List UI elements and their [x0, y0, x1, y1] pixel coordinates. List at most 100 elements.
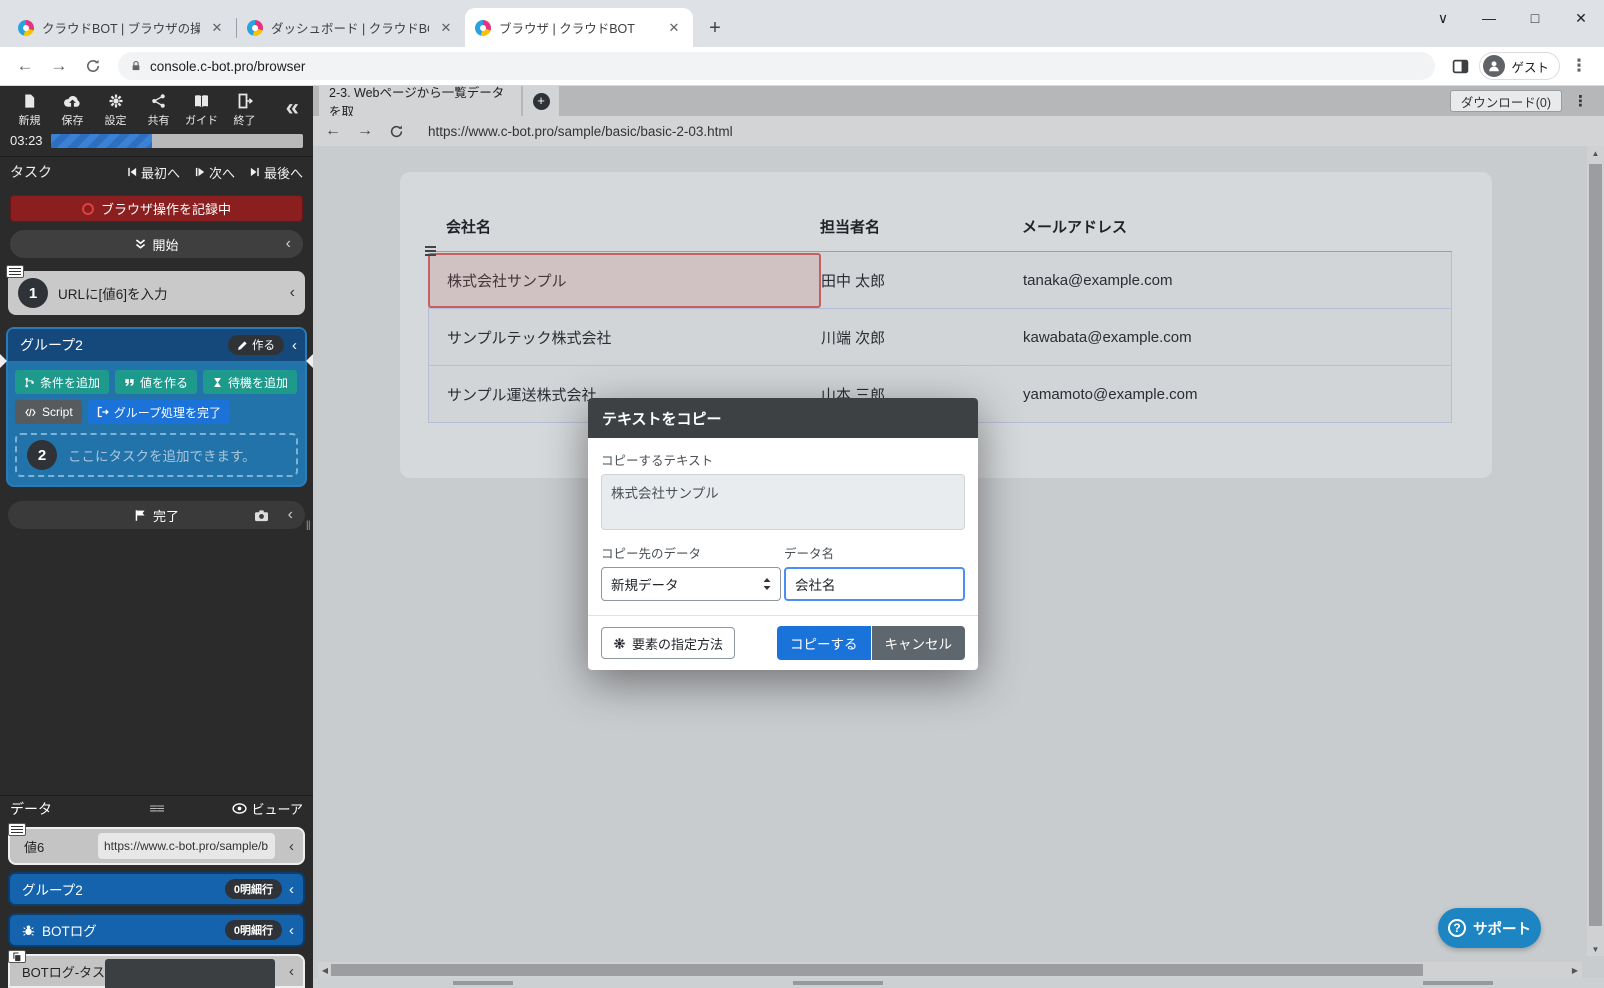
drag-handle-icon[interactable]: ≡≡ — [149, 800, 163, 816]
data-name-input[interactable] — [784, 567, 965, 601]
viewer-button[interactable]: ビューア — [232, 799, 303, 818]
go-next-button[interactable]: 次へ — [194, 163, 235, 182]
group2-body: 条件を追加 値を作る 待機を追加 — [8, 361, 305, 485]
profile-button[interactable]: ゲスト — [1479, 52, 1560, 80]
copy-text-field[interactable]: 株式会社サンプル — [601, 474, 965, 530]
data-botlog-row[interactable]: BOTログ 0明細行 ‹ — [8, 913, 305, 947]
address-bar[interactable]: console.c-bot.pro/browser — [118, 52, 1435, 80]
modal-body: コピーするテキスト 株式会社サンプル コピー先のデータ 新規データ — [588, 438, 978, 615]
group2-header[interactable]: グループ2 作る ‹ — [8, 329, 305, 361]
copy-confirm-button[interactable]: コピーする — [777, 626, 871, 660]
task-number-badge: 2 — [27, 440, 57, 470]
cell-email[interactable]: kawabata@example.com — [1023, 329, 1451, 346]
exit-button[interactable]: 終了 — [225, 93, 264, 128]
cancel-button[interactable]: キャンセル — [872, 626, 966, 660]
new-button[interactable]: 新規 — [10, 93, 49, 128]
browser-menu-icon[interactable]: ⋮ — [1564, 51, 1594, 81]
task-label: URLに[値6]を入力 — [58, 283, 168, 303]
maximize-button[interactable]: □ — [1512, 0, 1558, 36]
chevron-icon[interactable]: ‹ — [289, 838, 294, 855]
go-first-button[interactable]: 最初へ — [126, 163, 180, 182]
chrome-profile-menu-icon[interactable]: ∨ — [1420, 0, 1466, 36]
add-wait-button[interactable]: 待機を追加 — [203, 370, 297, 394]
cell-person[interactable]: 田中 太郎 — [821, 270, 1023, 291]
camera-icon[interactable] — [254, 509, 269, 522]
cell-person[interactable]: 川端 次郎 — [821, 327, 1023, 348]
forward-button[interactable]: → — [44, 51, 74, 81]
downloads-button[interactable]: ダウンロード(0) — [1450, 90, 1562, 112]
data-botlog-task-row[interactable]: BOTログ-タス ‹ — [8, 954, 305, 988]
keyboard-icon — [6, 265, 24, 278]
horizontal-scrollbar[interactable]: ◀ ▶ — [318, 962, 1582, 978]
group2-create-badge[interactable]: 作る — [228, 335, 284, 355]
chevron-icon[interactable]: ‹ — [289, 963, 294, 980]
script-button[interactable]: Script — [15, 400, 82, 424]
bot-page-url[interactable]: https://www.c-bot.pro/sample/basic/basic… — [428, 124, 733, 139]
vertical-scroll-thumb[interactable] — [1589, 164, 1602, 926]
collapse-chevron-icon[interactable]: ‹ — [288, 506, 293, 524]
tab-close-icon[interactable]: ✕ — [665, 19, 683, 37]
save-button[interactable]: 保存 — [53, 93, 92, 128]
bot-tabbar: 2-3. Webページから一覧データを取 + ダウンロード(0) ⋮ — [313, 86, 1604, 116]
eye-icon — [232, 803, 247, 814]
group-chevron-icon[interactable]: ‹ — [292, 337, 297, 354]
side-panel-icon[interactable] — [1445, 51, 1475, 81]
data-group2-row[interactable]: グループ2 0明細行 ‹ — [8, 872, 305, 906]
task-chevron-icon[interactable]: ‹ — [290, 284, 295, 302]
start-section-bar[interactable]: 開始 ‹ — [10, 230, 303, 258]
horizontal-scroll-thumb[interactable] — [331, 964, 1423, 976]
value6-input[interactable]: https://www.c-bot.pro/sample/b — [98, 833, 275, 859]
chrome-tab-1[interactable]: クラウドBOT | ブラウザの操作を自動 ✕ — [8, 8, 236, 47]
bot-tab[interactable]: 2-3. Webページから一覧データを取 — [319, 86, 521, 116]
add-condition-button[interactable]: 条件を追加 — [15, 370, 109, 394]
task-2-placeholder[interactable]: 2 ここにタスクを追加できます。 — [15, 433, 298, 477]
scroll-right-icon[interactable]: ▶ — [1568, 966, 1582, 975]
add-bot-tab-button[interactable]: + — [523, 86, 559, 116]
botlog-task-input[interactable] — [105, 959, 275, 988]
book-icon — [193, 93, 210, 109]
data-value6-row[interactable]: 値6 https://www.c-bot.pro/sample/b ‹ — [8, 827, 305, 865]
back-button[interactable]: ← — [10, 51, 40, 81]
table-row[interactable]: サンプルテック株式会社 川端 次郎 kawabata@example.com — [428, 309, 1452, 366]
modal-title: テキストをコピー — [602, 408, 722, 429]
chevron-icon[interactable]: ‹ — [289, 922, 294, 939]
sidebar-collapse-icon[interactable]: « — [286, 98, 299, 118]
dest-data-select[interactable]: 新規データ — [601, 567, 781, 601]
cell-email[interactable]: yamamoto@example.com — [1023, 386, 1451, 403]
element-grip-icon[interactable] — [425, 246, 436, 258]
settings-button[interactable]: 設定 — [96, 93, 135, 128]
cell-email[interactable]: tanaka@example.com — [1023, 272, 1451, 289]
support-button[interactable]: ? サポート — [1438, 908, 1541, 948]
guide-button[interactable]: ガイド — [182, 93, 221, 128]
workspace-menu-icon[interactable]: ⋮ — [1573, 92, 1588, 110]
bot-back-button[interactable]: ← — [325, 122, 341, 140]
task-1-url-input[interactable]: 1 URLに[値6]を入力 ‹ — [8, 271, 305, 315]
reload-button[interactable] — [78, 51, 108, 81]
chrome-tab-3-active[interactable]: ブラウザ | クラウドBOT ✕ — [465, 8, 693, 47]
new-tab-button[interactable]: + — [701, 14, 729, 42]
cell-company[interactable]: サンプルテック株式会社 — [429, 327, 821, 348]
bot-forward-button[interactable]: → — [357, 122, 373, 140]
done-section-bar[interactable]: 完了 ‹ — [8, 501, 305, 529]
chevron-icon[interactable]: ‹ — [289, 881, 294, 898]
tab-close-icon[interactable]: ✕ — [437, 19, 455, 37]
table-row[interactable]: 株式会社サンプル 田中 太郎 tanaka@example.com — [428, 252, 1452, 309]
bot-reload-button[interactable] — [389, 124, 404, 139]
chrome-tab-2[interactable]: ダッシュボード | クラウドBOT ✕ — [237, 8, 465, 47]
minimize-button[interactable]: — — [1466, 0, 1512, 36]
share-button[interactable]: 共有 — [139, 93, 178, 128]
sidebar-resize-handle[interactable]: ‖ — [306, 518, 312, 533]
close-button[interactable]: ✕ — [1558, 0, 1604, 36]
tab-close-icon[interactable]: ✕ — [208, 19, 226, 37]
create-value-button[interactable]: 値を作る — [115, 370, 197, 394]
element-method-button[interactable]: 要素の指定方法 — [601, 627, 735, 659]
finish-group-button[interactable]: グループ処理を完了 — [88, 400, 230, 424]
modal-header[interactable]: テキストをコピー — [588, 398, 978, 438]
scroll-down-icon[interactable]: ▼ — [1587, 942, 1604, 956]
go-last-button[interactable]: 最後へ — [249, 163, 303, 182]
vertical-scrollbar[interactable]: ▲ ▼ — [1587, 146, 1604, 956]
scroll-left-icon[interactable]: ◀ — [318, 966, 332, 975]
scroll-up-icon[interactable]: ▲ — [1587, 146, 1604, 160]
collapse-chevron-icon[interactable]: ‹ — [286, 235, 291, 253]
recording-status-button[interactable]: ブラウザ操作を記録中 — [10, 195, 303, 222]
